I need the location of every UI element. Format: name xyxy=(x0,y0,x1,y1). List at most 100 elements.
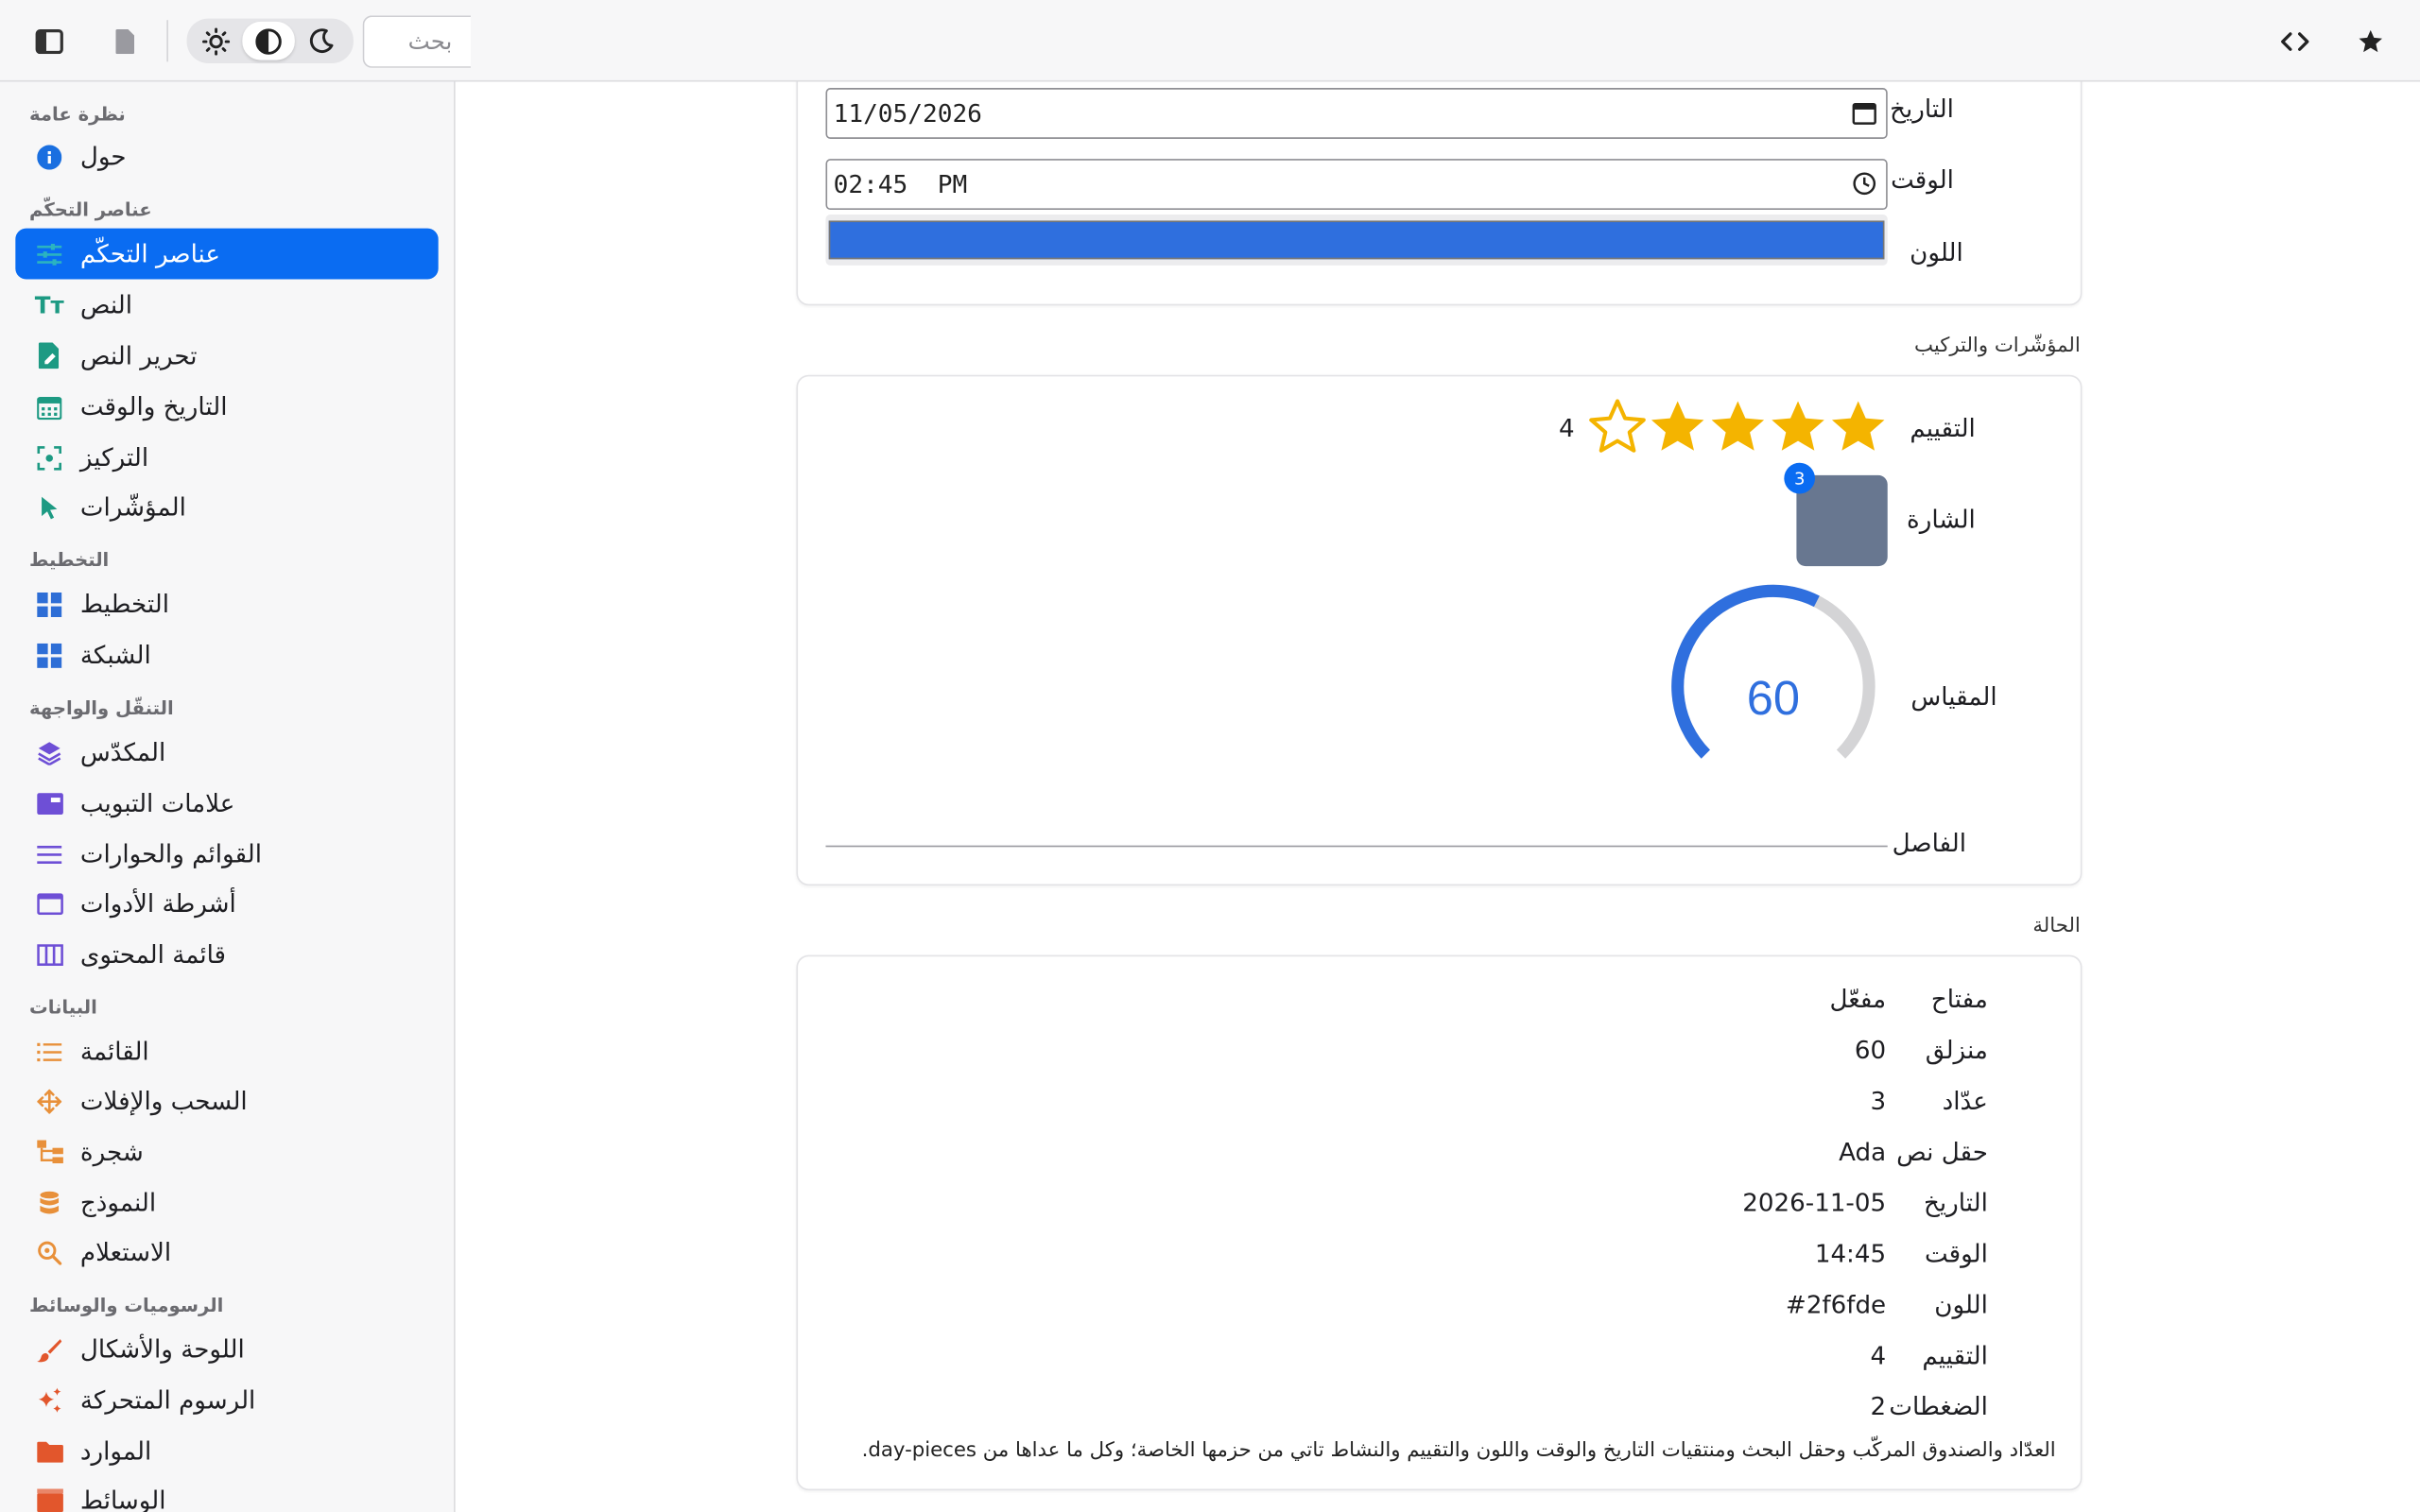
sidebar-item-toolbars[interactable]: أشرطة الأدوات xyxy=(15,878,438,929)
tabs-icon xyxy=(34,787,65,818)
sidebar-item-label: المكدّس xyxy=(79,737,166,767)
sidebar-item-label: الاستعلام xyxy=(79,1237,172,1267)
sun-icon xyxy=(202,26,231,55)
status-row-value: #2f6fde xyxy=(1785,1289,1887,1319)
sidebar-item-text-edit[interactable]: تحرير النص xyxy=(15,330,438,381)
search-input[interactable] xyxy=(362,15,471,68)
sidebar-section-title: نظرة عامة xyxy=(29,103,126,126)
status-row-value: مفعّل xyxy=(1829,984,1887,1014)
sidebar-item-focus[interactable]: التركيز xyxy=(15,432,438,483)
code-view-icon[interactable] xyxy=(2269,15,2322,68)
sidebar-item-cursors[interactable]: المؤشّرات xyxy=(15,481,438,532)
sidebar-item-resources[interactable]: الموارد xyxy=(15,1426,438,1477)
status-row-value: Ada xyxy=(1839,1137,1887,1167)
status-row-value: 2026-11-05 xyxy=(1742,1188,1887,1218)
layout-icon xyxy=(34,589,65,620)
theme-switcher xyxy=(186,18,354,63)
star-filled-icon[interactable] xyxy=(1767,397,1828,458)
sidebar-item-about[interactable]: حول xyxy=(15,131,438,182)
main-content: 11/05/2026 التاريخ 02:45 PM الوقت اللون … xyxy=(457,81,2420,1512)
theme-system-option[interactable] xyxy=(242,21,295,60)
date-label: التاريخ xyxy=(1890,94,1954,124)
sidebar-item-menus-dialogs[interactable]: القوائم والحوارات xyxy=(15,829,438,880)
sidebar-item-list[interactable]: القائمة xyxy=(15,1026,438,1077)
grid-icon xyxy=(34,640,65,671)
time-label: الوقت xyxy=(1891,164,1954,195)
sliders-icon xyxy=(34,238,65,269)
theme-light-option[interactable] xyxy=(190,22,243,60)
sidebar-item-controls[interactable]: عناصر التحكّم xyxy=(15,228,439,280)
status-card: مفتاح مفعّل منزلق 60 عدّاد 3 حقل نص Ada التاريخ 2… xyxy=(796,954,2083,1491)
sidebar-toggle-icon[interactable] xyxy=(23,15,76,68)
date-value: 11/05/2026 xyxy=(833,98,982,129)
sidebar-item-label: التخطيط xyxy=(79,589,169,619)
status-row-label: التاريخ xyxy=(1924,1188,1988,1218)
rating-label: التقييم xyxy=(1910,413,1976,443)
divider-line xyxy=(825,845,1888,848)
status-row-label: حقل نص xyxy=(1896,1137,1988,1167)
star-filled-icon[interactable] xyxy=(1827,397,1889,458)
favorite-star-icon[interactable] xyxy=(2344,15,2397,68)
sidebar-item-query[interactable]: الاستعلام xyxy=(15,1227,438,1278)
status-row-value: 60 xyxy=(1854,1035,1887,1065)
sidebar-item-label: أشرطة الأدوات xyxy=(79,888,236,919)
sidebar-item-animations[interactable]: الرسوم المتحركة xyxy=(15,1375,438,1426)
sidebar-item-label: الرسوم المتحركة xyxy=(79,1385,256,1416)
status-row-label: منزلق xyxy=(1925,1035,1988,1065)
sidebar-item-layout[interactable]: التخطيط xyxy=(15,578,438,629)
sidebar-item-date-time[interactable]: التاريخ والوقت xyxy=(15,381,438,432)
database-icon xyxy=(34,1187,65,1218)
sidebar-item-label: شجرة xyxy=(79,1137,144,1167)
sidebar-item-model[interactable]: النموذج xyxy=(15,1177,438,1228)
edit-doc-icon xyxy=(34,340,65,371)
status-group-title: الحالة xyxy=(2032,915,2081,938)
status-row-value: 3 xyxy=(1870,1086,1887,1116)
status-row-value: 2 xyxy=(1870,1391,1887,1421)
query-icon xyxy=(34,1237,65,1268)
tree-icon xyxy=(34,1136,65,1167)
color-picker[interactable] xyxy=(825,214,1888,266)
sidebar-item-tree[interactable]: شجرة xyxy=(15,1126,438,1177)
time-value: 02:45 PM xyxy=(833,169,968,199)
sidebar-item-media[interactable]: الوسائط xyxy=(15,1475,438,1512)
sidebar-item-drag-drop[interactable]: السحب والإفلات xyxy=(15,1075,438,1126)
badge-label: الشارة xyxy=(1907,504,1976,534)
indicators-card: التقييم 4 الشارة 3 المقياس 60 الفاصل xyxy=(796,374,2083,886)
sidebar-item-label: التاريخ والوقت xyxy=(79,391,228,421)
clock-icon[interactable] xyxy=(1852,171,1876,202)
time-input[interactable]: 02:45 PM xyxy=(825,159,1888,211)
sidebar-item-label: الشبكة xyxy=(79,640,151,670)
star-filled-icon[interactable] xyxy=(1647,397,1708,458)
status-row-label: الضغطات xyxy=(1889,1391,1988,1421)
status-row-value: 4 xyxy=(1870,1340,1887,1370)
star-empty-icon[interactable] xyxy=(1586,397,1648,458)
cursor-icon xyxy=(34,491,65,523)
sidebar-item-text[interactable]: Tт النص xyxy=(15,280,438,331)
star-filled-icon[interactable] xyxy=(1707,397,1769,458)
sidebar-item-tabs[interactable]: علامات التبويب xyxy=(15,778,438,829)
status-row-label: مفتاح xyxy=(1930,984,1988,1014)
theme-dark-option[interactable] xyxy=(295,22,348,60)
document-icon[interactable] xyxy=(98,15,151,68)
rating-stars[interactable] xyxy=(1586,397,1887,458)
sidebar-item-grid[interactable]: الشبكة xyxy=(15,629,438,680)
sidebar-item-stack[interactable]: المكدّس xyxy=(15,727,438,778)
date-input[interactable]: 11/05/2026 xyxy=(825,88,1888,139)
list-icon xyxy=(34,1036,65,1067)
sidebar: نظرة عامة حول عناصر التحكّم عناصر التحكّ… xyxy=(0,81,456,1512)
columns-icon xyxy=(34,938,65,970)
folder-icon xyxy=(34,1435,65,1467)
sidebar-item-content-list[interactable]: قائمة المحتوى xyxy=(15,929,438,980)
sidebar-item-label: المؤشّرات xyxy=(79,491,186,522)
moon-icon xyxy=(309,27,334,53)
calendar-icon[interactable] xyxy=(1852,100,1876,131)
sidebar-item-canvas-shapes[interactable]: اللوحة والأشكال xyxy=(15,1324,438,1375)
sidebar-item-label: عناصر التحكّم xyxy=(79,239,221,269)
sidebar-item-label: التركيز xyxy=(79,442,149,472)
text-icon: Tт xyxy=(34,290,64,319)
top-toolbar xyxy=(0,0,2420,82)
move-icon xyxy=(34,1086,65,1117)
sidebar-item-label: القوائم والحوارات xyxy=(79,839,262,869)
divider-label: الفاصل xyxy=(1892,828,1966,858)
rating-value-text: 4 xyxy=(1558,413,1575,443)
